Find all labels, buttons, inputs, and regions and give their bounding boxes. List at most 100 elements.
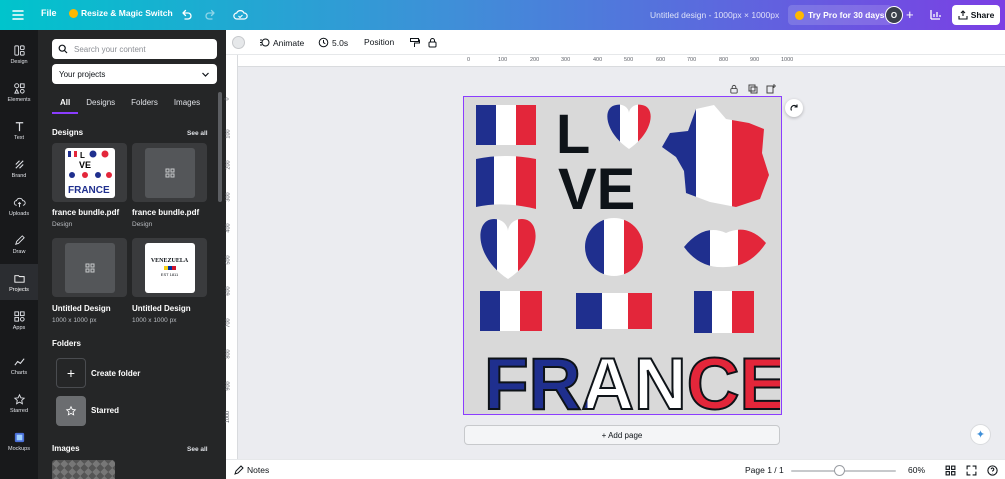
rail-label: Projects: [9, 286, 29, 293]
ruler-label: 700: [225, 318, 232, 328]
file-menu[interactable]: File: [41, 8, 57, 18]
rail-item-elements[interactable]: Elements: [0, 74, 38, 110]
rail-label: Draw: [12, 248, 26, 255]
position-button[interactable]: Position: [364, 37, 394, 47]
crown-icon: [69, 8, 78, 18]
rail-label: Design: [10, 58, 28, 65]
design-name: Untitled Design: [132, 304, 191, 313]
search-box[interactable]: [52, 39, 217, 59]
page-artwork: L VE FRANCE: [476, 102, 789, 426]
page-indicator[interactable]: Page 1 / 1: [745, 465, 784, 475]
design-page[interactable]: L VE FRANCE: [463, 96, 789, 426]
tab-all[interactable]: All: [52, 98, 79, 114]
page-lock-icon[interactable]: [729, 84, 739, 96]
design-size: 1000 x 1000 px: [132, 317, 177, 324]
magic-assistant-icon[interactable]: ✦: [970, 424, 991, 445]
rail-item-brand[interactable]: Brand: [0, 150, 38, 186]
rail-item-draw[interactable]: Draw: [0, 226, 38, 262]
rail-item-uploads[interactable]: Uploads: [0, 188, 38, 224]
ruler-label: 100: [498, 57, 508, 63]
notes-button[interactable]: Notes: [234, 465, 269, 475]
add-collaborator-icon[interactable]: +: [906, 8, 914, 21]
fullscreen-icon[interactable]: [966, 465, 977, 476]
rail-item-mockups[interactable]: Mockups: [0, 423, 38, 459]
avatar[interactable]: O: [885, 6, 903, 24]
projects-filter-select[interactable]: Your projects: [52, 64, 217, 84]
rail-item-charts[interactable]: Charts: [0, 347, 38, 383]
design-name: Untitled Design: [52, 304, 111, 313]
placeholder-preview: [64, 242, 115, 293]
rail-label: Starred: [9, 407, 29, 414]
undo-icon[interactable]: [179, 8, 193, 22]
flag-rectangle: [476, 105, 536, 145]
starred-folder[interactable]: [56, 396, 86, 426]
rail-item-apps[interactable]: Apps: [0, 302, 38, 338]
create-folder-button[interactable]: +: [56, 358, 86, 388]
resize-magic-switch-button[interactable]: Resize & Magic Switch: [69, 8, 173, 18]
flag-lips: [684, 229, 766, 268]
rail-item-text[interactable]: Text: [0, 112, 38, 148]
menu-icon[interactable]: [10, 7, 26, 23]
starred-folder-label[interactable]: Starred: [91, 406, 119, 415]
design-type: Design: [52, 221, 73, 228]
tab-images[interactable]: Images: [166, 98, 208, 114]
mockups-icon: [14, 432, 24, 442]
rail-item-design[interactable]: Design: [0, 36, 38, 72]
insights-icon[interactable]: [929, 8, 942, 21]
zoom-level[interactable]: 60%: [908, 465, 925, 475]
rail-item-projects[interactable]: Projects: [0, 264, 38, 300]
venezuela-preview: VENEZUELA EST 1811: [144, 242, 195, 293]
love-letter-l: L: [556, 102, 590, 165]
help-icon[interactable]: [987, 465, 998, 476]
redo-icon[interactable]: [204, 8, 218, 22]
notes-icon: [234, 465, 244, 475]
brand-icon: [14, 159, 24, 169]
panel-scrollbar[interactable]: [218, 92, 222, 202]
duplicate-page-icon[interactable]: [748, 84, 758, 96]
create-folder-label[interactable]: Create folder: [91, 369, 140, 378]
ruler-label: 600: [225, 286, 232, 296]
ruler-label: 500: [624, 57, 634, 63]
rail-label: Elements: [7, 96, 31, 103]
designs-see-all-link[interactable]: See all: [187, 130, 208, 137]
animate-label: Animate: [273, 37, 305, 48]
zoom-slider-handle[interactable]: [834, 465, 845, 476]
rail-item-starred[interactable]: Starred: [0, 385, 38, 421]
design-size: 1000 x 1000 px: [52, 317, 97, 324]
design-thumbnail-france[interactable]: L VE FRANCE: [52, 143, 127, 202]
lock-icon[interactable]: [427, 37, 438, 48]
add-page-icon[interactable]: [766, 84, 776, 96]
images-see-all-link[interactable]: See all: [187, 446, 208, 453]
ruler-label: 600: [656, 57, 666, 63]
animate-button[interactable]: Animate: [259, 37, 304, 48]
tab-designs[interactable]: Designs: [78, 98, 123, 114]
ruler-label: 100: [225, 129, 232, 139]
charts-icon: [13, 357, 25, 366]
ruler-label: 400: [593, 57, 603, 63]
design-thumbnail-placeholder[interactable]: [132, 143, 207, 202]
duration-button[interactable]: 5.0s: [318, 37, 348, 48]
share-button[interactable]: Share: [952, 5, 1000, 25]
background-color-swatch[interactable]: [232, 36, 245, 49]
paint-format-icon[interactable]: [409, 37, 420, 48]
add-page-button[interactable]: + Add page: [464, 425, 780, 445]
context-toolbar: Animate 5.0s Position: [226, 30, 1005, 55]
ruler-label: 400: [225, 223, 232, 233]
uploads-icon: [13, 197, 26, 207]
rail-label: Mockups: [7, 445, 30, 452]
image-thumbnail[interactable]: [52, 460, 115, 479]
grid-view-icon[interactable]: [945, 465, 956, 476]
try-pro-button[interactable]: Try Pro for 30 days: [788, 5, 892, 25]
cloud-save-icon[interactable]: [233, 8, 248, 22]
flag-circle: [585, 218, 643, 276]
france-thumb-preview: L VE FRANCE: [64, 147, 115, 198]
refresh-icon[interactable]: [785, 99, 803, 117]
tab-folders[interactable]: Folders: [123, 98, 166, 114]
design-thumbnail-placeholder[interactable]: [52, 238, 127, 297]
design-title[interactable]: Untitled design - 1000px × 1000px: [650, 10, 779, 20]
search-input[interactable]: [74, 44, 204, 54]
bottom-bar: Notes Page 1 / 1 60%: [226, 459, 1005, 479]
france-preview-image: L VE FRANCE: [67, 150, 112, 196]
star-icon: [13, 393, 25, 405]
design-thumbnail-venezuela[interactable]: VENEZUELA EST 1811: [132, 238, 207, 297]
